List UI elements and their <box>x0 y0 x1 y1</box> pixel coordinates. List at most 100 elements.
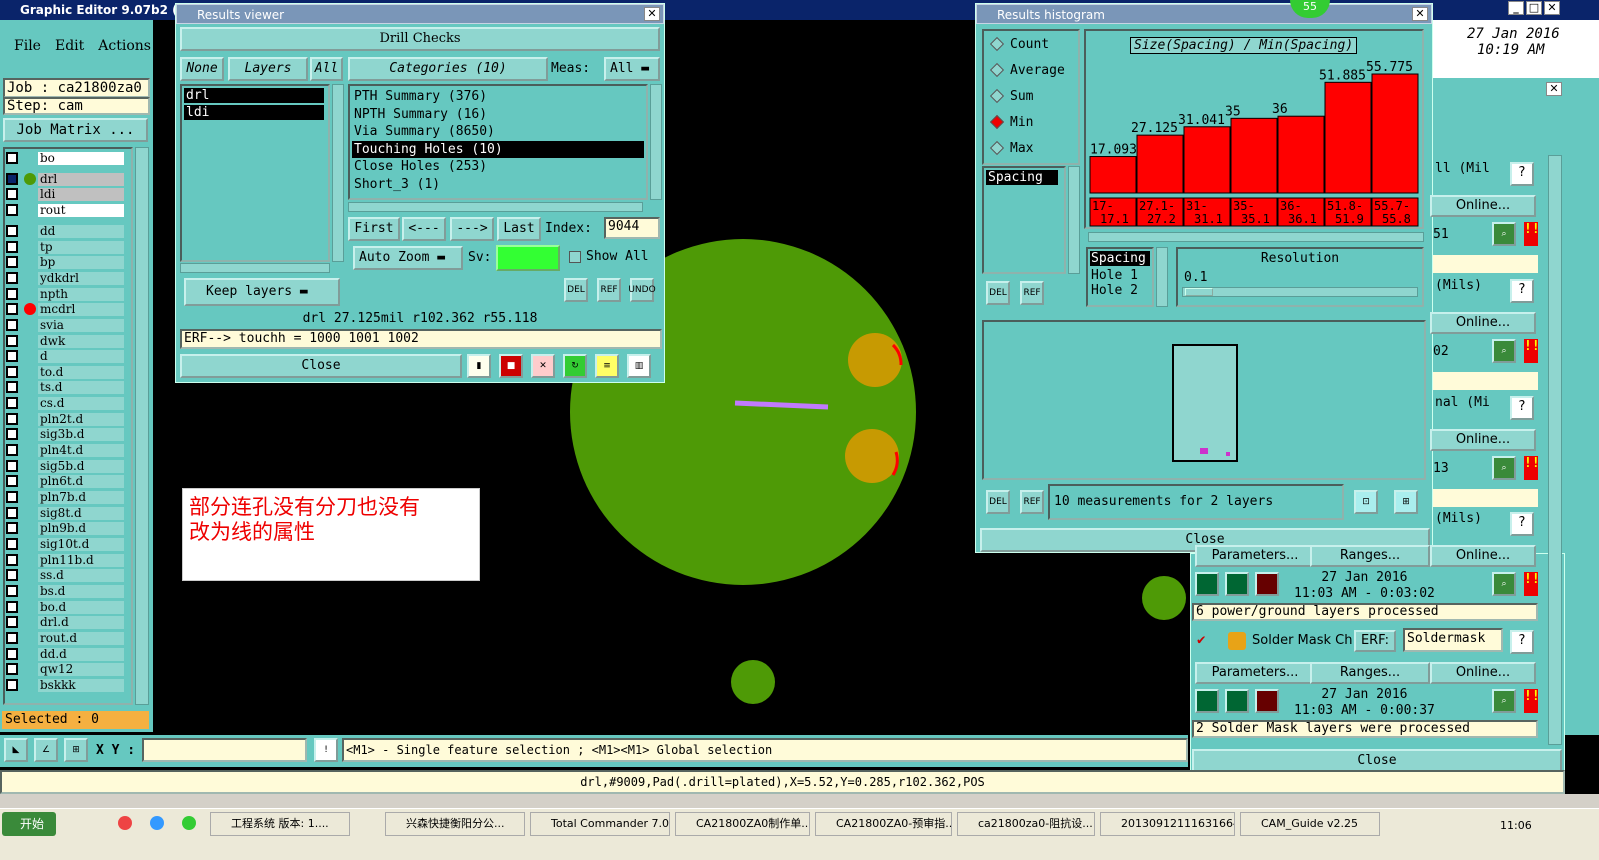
layer-label[interactable]: bp <box>38 255 124 269</box>
help-icon[interactable]: ? <box>1510 162 1534 186</box>
layer-checkbox[interactable] <box>6 444 18 456</box>
layer-label[interactable]: bs.d <box>38 584 124 598</box>
stat-option-min[interactable]: Min <box>984 109 1078 135</box>
layer-row[interactable]: bs.d <box>6 584 124 598</box>
histogram-bar[interactable] <box>1230 117 1278 194</box>
histogram-bar[interactable] <box>1136 134 1184 194</box>
layer-results-scrollbar[interactable] <box>332 84 344 262</box>
layer-label[interactable]: drl.d <box>38 615 124 629</box>
select-tool-icon[interactable]: ◣ <box>4 738 28 762</box>
layer-label[interactable]: sig10t.d <box>38 537 124 551</box>
spacing-field-item[interactable]: Spacing <box>986 170 1058 185</box>
layer-checkbox[interactable] <box>6 632 18 644</box>
erf-button[interactable]: ERF: <box>1354 630 1396 652</box>
layer-checkbox[interactable] <box>6 188 18 200</box>
layer-label[interactable]: dwk <box>38 334 124 348</box>
menu-actions[interactable]: Actions <box>98 38 151 54</box>
drill-checks-header[interactable]: Drill Checks <box>180 27 660 51</box>
layer-label[interactable]: rout <box>38 203 124 217</box>
stat-option-average[interactable]: Average <box>984 57 1078 83</box>
layers-button[interactable]: Layers <box>228 57 308 81</box>
layer-label[interactable]: sig8t.d <box>38 506 124 520</box>
drill-hole-1[interactable] <box>848 333 902 387</box>
minimize-button[interactable]: _ <box>1508 1 1524 15</box>
layer-label[interactable]: dd <box>38 224 124 238</box>
histogram-close-icon[interactable]: ✕ <box>1412 7 1428 21</box>
last-button[interactable]: Last <box>497 217 541 241</box>
layer-checkbox[interactable] <box>6 428 18 440</box>
layer-checkbox[interactable] <box>6 491 18 503</box>
layer-list-scrollbar[interactable] <box>135 147 149 705</box>
layer-checkbox[interactable] <box>6 152 18 164</box>
layer-label[interactable]: rout.d <box>38 631 124 645</box>
online-button-sm[interactable]: Online... <box>1430 662 1536 684</box>
next-button[interactable]: ---> <box>450 217 494 241</box>
category-item[interactable]: NPTH Summary (16) <box>352 106 644 124</box>
layer-checkbox[interactable] <box>6 381 18 393</box>
radio-diamond-icon[interactable] <box>989 88 1005 104</box>
menu-edit[interactable]: Edit <box>55 38 84 54</box>
layer-checkbox[interactable] <box>6 366 18 378</box>
preview-ref-icon[interactable]: REF <box>1020 490 1044 514</box>
layer-row[interactable]: dwk <box>6 334 124 348</box>
help-icon[interactable]: ? <box>1510 512 1534 536</box>
help-icon[interactable]: ? <box>1510 630 1534 654</box>
layer-label[interactable]: bo.d <box>38 600 124 614</box>
results-viewer-close-icon[interactable]: ✕ <box>644 7 660 21</box>
report-icon[interactable]: ≡ <box>595 354 619 378</box>
layer-checkbox[interactable] <box>6 319 18 331</box>
radio-diamond-icon[interactable] <box>989 114 1005 130</box>
histogram-chart[interactable]: Size(Spacing) / Min(Spacing) 17.093 17- 17… <box>1084 29 1424 229</box>
taskbar-item[interactable]: CA21800ZA0制作单.... <box>675 812 810 836</box>
histogram-bar[interactable] <box>1277 115 1325 194</box>
layer-row[interactable]: drl <box>6 172 124 186</box>
category-item[interactable]: Short_3 (1) <box>352 176 644 194</box>
layer-checkbox[interactable] <box>6 303 18 315</box>
layer-checkbox[interactable] <box>6 413 18 425</box>
layer-label[interactable]: pln7b.d <box>38 490 124 504</box>
layer-label[interactable]: bskkk <box>38 678 124 692</box>
meas-select[interactable]: All ▬ <box>604 57 660 81</box>
layer-row[interactable]: dd <box>6 224 124 238</box>
layer-label[interactable]: qw12 <box>38 662 124 676</box>
none-button[interactable]: None <box>180 57 224 81</box>
hist-del-icon[interactable]: DEL <box>986 281 1010 305</box>
histogram-bar[interactable] <box>1089 156 1137 194</box>
layer-checkbox[interactable] <box>6 616 18 628</box>
keep-layers-select[interactable]: Keep layers ▬ <box>184 278 340 306</box>
refresh-icon[interactable]: ↻ <box>563 354 587 378</box>
layer-label[interactable]: pln11b.d <box>38 553 124 567</box>
layer-label[interactable]: ldi <box>38 187 124 201</box>
help-icon[interactable]: ? <box>1510 396 1534 420</box>
cross-icon[interactable]: ✕ <box>531 354 555 378</box>
layer-label[interactable]: svia <box>38 318 124 332</box>
stat-option-sum[interactable]: Sum <box>984 83 1078 109</box>
taskbar-item[interactable]: 兴森快捷衡阳分公... <box>385 812 525 836</box>
stop-icon[interactable]: ■ <box>499 354 523 378</box>
layer-checkbox[interactable] <box>6 679 18 691</box>
zoom-icon[interactable]: ⌕ <box>1492 456 1516 480</box>
layer-row[interactable]: pln4t.d <box>6 443 124 457</box>
show-all-checkbox[interactable] <box>569 251 581 263</box>
histogram-bar[interactable] <box>1183 126 1231 194</box>
menu-file[interactable]: File <box>14 38 41 54</box>
layer-checkbox[interactable] <box>6 507 18 519</box>
item-list-scrollbar[interactable] <box>1156 247 1168 307</box>
layer-row[interactable]: sig5b.d <box>6 459 124 473</box>
layer-checkbox[interactable] <box>6 522 18 534</box>
stop-run-icon-2[interactable] <box>1255 689 1279 713</box>
zoom-fit-icon[interactable]: ⊡ <box>1354 490 1378 514</box>
taskbar-item[interactable]: 工程系统 版本: 1.... <box>210 812 350 836</box>
app-icon[interactable] <box>182 816 196 830</box>
parameters-button-1[interactable]: Parameters... <box>1195 545 1315 567</box>
layer-row[interactable]: pln11b.d <box>6 553 124 567</box>
zoom-select-icon[interactable]: ⊞ <box>1394 490 1418 514</box>
item-hole2[interactable]: Hole 2 <box>1088 283 1152 298</box>
layer-checkbox[interactable] <box>6 554 18 566</box>
run-all-icon[interactable] <box>1225 572 1249 596</box>
layer-label[interactable]: npth <box>38 287 124 301</box>
layer-label[interactable]: tp <box>38 240 124 254</box>
category-item[interactable]: Via Summary (8650) <box>352 123 644 141</box>
results-viewer-close-button[interactable]: Close <box>180 354 462 378</box>
layer-label[interactable]: ss.d <box>38 568 124 582</box>
